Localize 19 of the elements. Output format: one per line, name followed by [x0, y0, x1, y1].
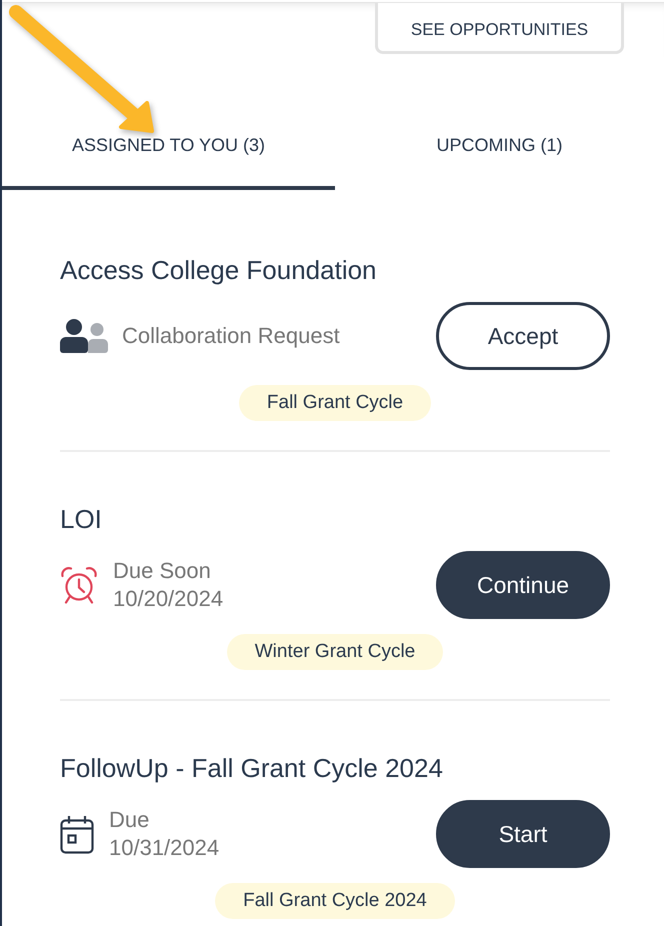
status-text: Collaboration Request [122, 322, 340, 350]
status-text: Due [109, 806, 150, 834]
alarm-clock-icon [60, 566, 98, 604]
task-title: LOI [60, 503, 102, 535]
cycle-tag: Winter Grant Cycle [226, 634, 444, 670]
see-opportunities-button[interactable]: SEE OPPORTUNITIES [375, 3, 624, 54]
calendar-icon [60, 814, 94, 854]
task-title: FollowUp - Fall Grant Cycle 2024 [60, 752, 443, 784]
action-button[interactable]: Start [436, 800, 610, 868]
due-date: 10/31/2024 [109, 834, 220, 862]
status-text: Due Soon [113, 557, 211, 585]
task-title: Access College Foundation [60, 254, 377, 286]
cycle-tag: Fall Grant Cycle 2024 [215, 883, 455, 919]
action-button[interactable]: Accept [436, 302, 610, 370]
tab[interactable]: UPCOMING (1) [335, 104, 664, 190]
cycle-tag: Fall Grant Cycle [238, 385, 432, 421]
due-date: 10/20/2024 [113, 585, 224, 613]
action-button[interactable]: Continue [436, 551, 610, 619]
people-icon [60, 319, 108, 353]
